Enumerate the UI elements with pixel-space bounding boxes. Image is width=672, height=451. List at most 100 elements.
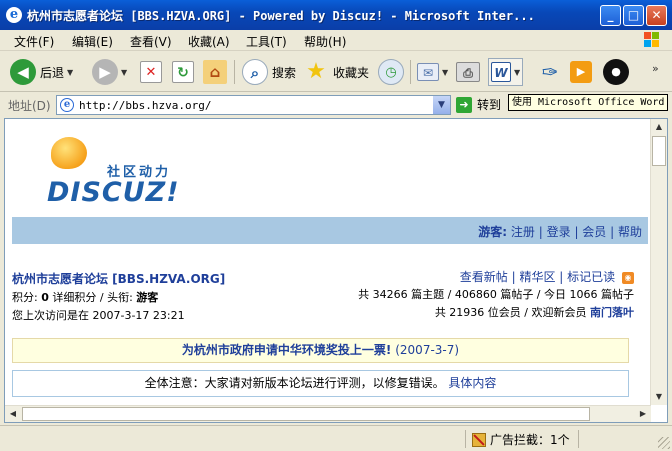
rss-icon[interactable]: ◉ bbox=[622, 271, 634, 284]
messenger-button[interactable]: ✑ bbox=[537, 58, 563, 86]
print-button[interactable]: ⎙ bbox=[456, 58, 480, 86]
new-member-link[interactable]: 南门落叶 bbox=[590, 306, 634, 319]
popup-blocked-icon bbox=[472, 432, 486, 447]
forward-arrow-icon: ▶ bbox=[92, 59, 118, 85]
title-value: 游客 bbox=[136, 291, 159, 304]
nav-band: 游客: 注册 | 登录 | 会员 | 帮助 bbox=[12, 217, 648, 244]
last-visit-value: 2007-3-17 23:21 bbox=[92, 309, 185, 322]
messenger-icon: ✑ bbox=[541, 60, 559, 84]
browser-viewport[interactable]: 社区动力 DISCUZ! 游客: 注册 | 登录 | 会员 | 帮助 杭州市志愿… bbox=[4, 118, 668, 423]
announcement-bar: 为杭州市政府申请中华环境奖投上一票! (2007-3-7) bbox=[12, 338, 629, 363]
refresh-button[interactable]: ↻ bbox=[172, 58, 194, 86]
scroll-up-icon[interactable]: ▲ bbox=[651, 119, 667, 135]
address-dropdown-icon[interactable]: ▼ bbox=[433, 96, 450, 114]
horizontal-scrollbar[interactable]: ◀ ▶ bbox=[5, 405, 651, 422]
menu-help[interactable]: 帮助(H) bbox=[304, 33, 346, 50]
maximize-button[interactable]: □ bbox=[623, 5, 644, 26]
announcement-date: (2007-3-7) bbox=[395, 343, 460, 357]
history-icon: ◷ bbox=[378, 59, 404, 85]
printer-icon: ⎙ bbox=[456, 62, 480, 82]
history-button[interactable]: ◷ bbox=[378, 58, 404, 86]
popup-blocker-status[interactable]: 广告拦截：1个 bbox=[472, 431, 570, 448]
tooltip: 使用 Microsoft Office Word 编辑 bbox=[508, 94, 668, 111]
edit-with-word-button[interactable]: W ▼ bbox=[488, 58, 524, 86]
notice-box: 全体注意：大家请对新版本论坛进行评测，以修复错误。 具体内容 bbox=[12, 370, 629, 397]
search-button[interactable]: ⌕ 搜索 bbox=[242, 58, 296, 86]
back-dropdown-icon[interactable]: ▼ bbox=[67, 68, 73, 77]
announcement-link[interactable]: 为杭州市政府申请中华环境奖投上一票! bbox=[182, 343, 391, 357]
help-link[interactable]: 帮助 bbox=[618, 225, 642, 239]
menu-file[interactable]: 文件(F) bbox=[14, 33, 54, 50]
resize-grip[interactable] bbox=[658, 437, 670, 449]
member-stats-text: 共 21936 位会员 / 欢迎新会员 bbox=[434, 306, 587, 319]
word-icon: W bbox=[491, 62, 511, 82]
menu-view[interactable]: 查看(V) bbox=[130, 33, 172, 50]
menu-tools[interactable]: 工具(T) bbox=[246, 33, 287, 50]
last-visit-label: 您上次访问是在 bbox=[12, 309, 89, 322]
window-title: 杭州市志愿者论坛 [BBS.HZVA.ORG] - Powered by Dis… bbox=[27, 9, 535, 23]
forum-stats: 共 34266 篇主题 / 406860 篇帖子 / 今日 1066 篇帖子 bbox=[358, 288, 634, 301]
home-button[interactable]: ⌂ bbox=[203, 58, 227, 86]
word-dropdown-icon[interactable]: ▼ bbox=[514, 68, 520, 77]
refresh-icon: ↻ bbox=[172, 61, 194, 83]
login-link[interactable]: 登录 bbox=[547, 225, 571, 239]
go-arrow-icon: ➜ bbox=[456, 96, 472, 113]
chevron-right-icon: » bbox=[652, 61, 659, 75]
minimize-button[interactable]: _ bbox=[600, 5, 621, 26]
page-icon: e bbox=[60, 98, 74, 112]
vertical-scroll-thumb[interactable] bbox=[652, 136, 666, 166]
points-label: 积分: bbox=[12, 291, 38, 304]
vertical-scrollbar[interactable]: ▲ ▼ bbox=[650, 119, 667, 405]
menu-bar: 文件(F) 编辑(E) 查看(V) 收藏(A) 工具(T) 帮助(H) bbox=[0, 30, 672, 51]
address-url[interactable]: http://bbs.hzva.org/ bbox=[79, 99, 211, 112]
go-label: 转到 bbox=[477, 98, 502, 112]
back-arrow-icon: ◀ bbox=[10, 59, 36, 85]
points-detail-link[interactable]: 详细积分 bbox=[52, 291, 96, 304]
popup-blocked-text: 广告拦截：1个 bbox=[490, 433, 570, 447]
go-button[interactable]: ➜ 转到 bbox=[456, 96, 501, 113]
home-icon: ⌂ bbox=[203, 60, 227, 84]
notice-detail-link[interactable]: 具体内容 bbox=[448, 376, 496, 390]
register-link[interactable]: 注册 bbox=[511, 225, 535, 239]
notice-text: 全体注意：大家请对新版本论坛进行评测，以修复错误。 bbox=[144, 376, 445, 390]
forward-button[interactable]: ▶ ▼ bbox=[92, 58, 127, 86]
scroll-down-icon[interactable]: ▼ bbox=[651, 389, 667, 405]
mark-read-link[interactable]: 标记已读 bbox=[567, 270, 615, 284]
back-button[interactable]: ◀ 后退 ▼ bbox=[10, 58, 73, 86]
qq-button[interactable]: ● bbox=[603, 58, 629, 86]
windows-logo-icon bbox=[644, 32, 659, 47]
title-bar[interactable]: e 杭州市志愿者论坛 [BBS.HZVA.ORG] - Powered by D… bbox=[0, 0, 672, 30]
toolbar: ◀ 后退 ▼ ▶ ▼ ✕ ↻ ⌂ ⌕ 搜索 ★ 收藏夹 ◷ ✉ ▼ ⎙ W ▼ … bbox=[0, 52, 672, 92]
stop-button[interactable]: ✕ bbox=[140, 58, 162, 86]
mail-button[interactable]: ✉ ▼ bbox=[417, 58, 448, 86]
page-content: 社区动力 DISCUZ! 游客: 注册 | 登录 | 会员 | 帮助 杭州市志愿… bbox=[5, 119, 650, 405]
forum-name-link[interactable]: 杭州市志愿者论坛 [BBS.HZVA.ORG] bbox=[12, 270, 225, 287]
toolbar-chevron[interactable]: » bbox=[652, 54, 659, 82]
favorites-button[interactable]: ★ 收藏夹 bbox=[303, 58, 369, 86]
digest-link[interactable]: 精华区 bbox=[519, 270, 555, 284]
mail-icon: ✉ bbox=[417, 63, 439, 81]
scroll-right-icon[interactable]: ▶ bbox=[635, 406, 651, 422]
media-button[interactable]: ▶ bbox=[570, 58, 592, 86]
logo-bubble-icon bbox=[51, 137, 87, 169]
mail-dropdown-icon[interactable]: ▼ bbox=[442, 68, 448, 77]
user-points: 积分: 0 详细积分 / 头衔: 游客 bbox=[12, 291, 159, 304]
points-value: 0 bbox=[41, 291, 49, 304]
quick-links: 查看新帖 | 精华区 | 标记已读 ◉ bbox=[460, 268, 634, 285]
toolbar-separator bbox=[234, 60, 235, 84]
discuz-logo[interactable]: 社区动力 DISCUZ! bbox=[47, 135, 197, 208]
scroll-left-icon[interactable]: ◀ bbox=[5, 406, 21, 422]
menu-edit[interactable]: 编辑(E) bbox=[72, 33, 113, 50]
close-button[interactable]: ✕ bbox=[646, 5, 667, 26]
guest-label: 游客: bbox=[478, 225, 508, 239]
toolbar-separator bbox=[410, 60, 411, 84]
members-link[interactable]: 会员 bbox=[582, 225, 606, 239]
status-separator bbox=[465, 430, 466, 448]
address-label: 地址(D) bbox=[8, 99, 51, 113]
forward-dropdown-icon[interactable]: ▼ bbox=[121, 68, 127, 77]
new-posts-link[interactable]: 查看新帖 bbox=[460, 270, 508, 284]
address-input[interactable]: e http://bbs.hzva.org/ ▼ bbox=[56, 95, 451, 115]
status-bar: 广告拦截：1个 bbox=[0, 425, 672, 451]
horizontal-scroll-thumb[interactable] bbox=[22, 407, 590, 421]
menu-favorites[interactable]: 收藏(A) bbox=[188, 33, 230, 50]
